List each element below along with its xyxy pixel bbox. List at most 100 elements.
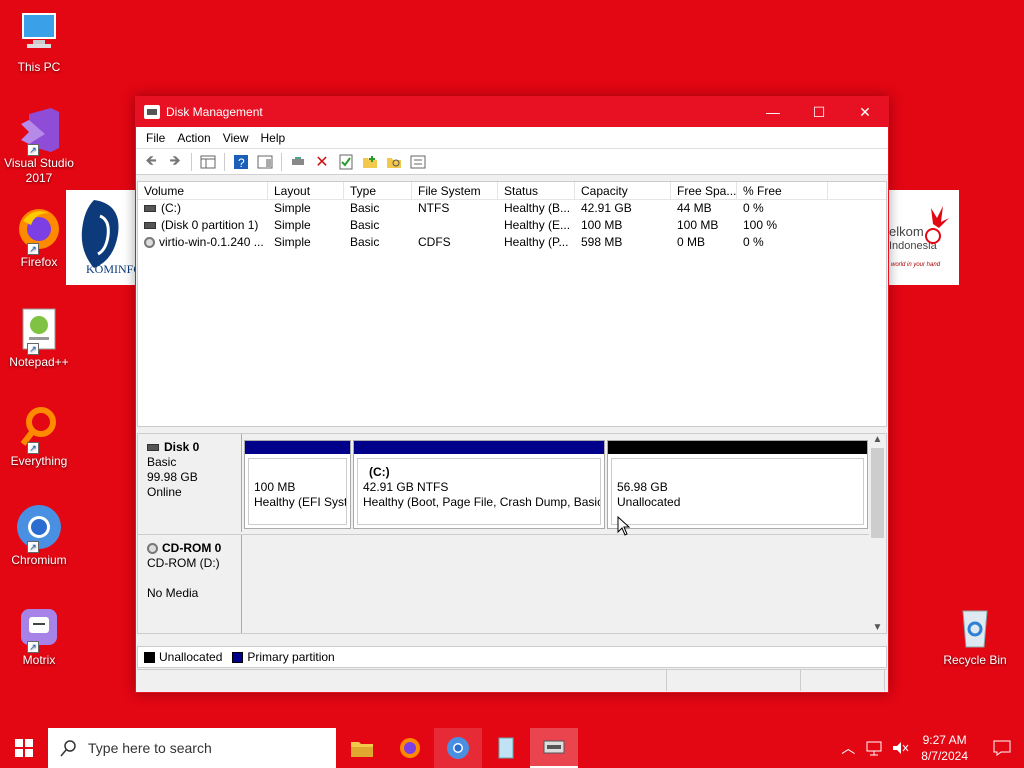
column-header-file-system[interactable]: File System [412, 182, 498, 199]
partition-info: 100 MB Healthy (EFI Syste [248, 458, 347, 525]
menu-file[interactable]: File [140, 131, 171, 145]
taskbar: Type here to search ︿ 9:27 AM 8/7/2024 [0, 728, 1024, 768]
volume-capacity: 42.91 GB [581, 201, 632, 215]
list-view-icon[interactable] [407, 152, 429, 172]
title-bar[interactable]: Disk Management ― ☐ ✕ [136, 97, 888, 127]
mouse-cursor-icon [617, 516, 631, 536]
search-folder-icon[interactable] [383, 152, 405, 172]
partition-bar [245, 441, 350, 454]
scroll-up-icon[interactable]: ▲ [869, 434, 886, 445]
column-header-capacity[interactable]: Capacity [575, 182, 671, 199]
status-pane [801, 670, 885, 691]
delete-icon[interactable]: ✕ [311, 152, 333, 172]
taskbar-chromium[interactable] [434, 728, 482, 768]
desktop-icon-visual-studio[interactable]: ↗ Visual Studio 2017 [2, 106, 76, 186]
maximize-button[interactable]: ☐ [796, 97, 842, 127]
disk-view-scrollbar[interactable]: ▲ ▼ [869, 434, 886, 633]
desktop-icon-chromium[interactable]: ↗ Chromium [2, 503, 76, 568]
menu-help[interactable]: Help [255, 131, 292, 145]
clock[interactable]: 9:27 AM 8/7/2024 [921, 732, 968, 764]
close-button[interactable]: ✕ [842, 97, 888, 127]
properties-check-icon[interactable] [335, 152, 357, 172]
partition-bar [354, 441, 604, 454]
telkom-logo-text: elkom [889, 224, 924, 239]
menu-view[interactable]: View [217, 131, 255, 145]
volume-layout: Simple [274, 201, 311, 215]
menu-bar: File Action View Help [136, 127, 888, 149]
start-button[interactable] [0, 728, 48, 768]
volume-free-space: 100 MB [677, 218, 719, 232]
partition-c[interactable]: (C:) 42.91 GB NTFS Healthy (Boot, Page F… [353, 440, 605, 529]
status-bar [137, 669, 887, 691]
file-explorer-icon [351, 742, 373, 757]
computer-icon [15, 10, 63, 58]
everything-search-icon: ↗ [15, 404, 63, 454]
table-row[interactable]: virtio-win-0.1.240 ... Simple Basic CDFS… [138, 234, 886, 251]
legend-primary-partition: Primary partition [247, 650, 335, 664]
desktop-icon-notepadpp[interactable]: ↗ Notepad++ [2, 305, 76, 370]
show-hide-console-tree-icon[interactable] [197, 152, 219, 172]
back-arrow-icon[interactable]: 🡸 [140, 152, 162, 172]
desktop-icon-everything[interactable]: ↗ Everything [2, 404, 76, 469]
shortcut-arrow-icon: ↗ [27, 641, 39, 653]
status-pane [137, 670, 667, 691]
desktop-icon-motrix[interactable]: ↗ Motrix [2, 603, 76, 668]
cdrom-0-label[interactable]: CD-ROM 0 CD-ROM (D:) No Media [138, 535, 242, 633]
notepadpp-icon: ↗ [15, 305, 63, 355]
volume-muted-icon[interactable] [891, 740, 909, 756]
volume-percent-free: 0 % [743, 201, 764, 215]
partition-size: 100 MB [254, 480, 296, 494]
new-folder-icon[interactable] [359, 152, 381, 172]
connect-icon[interactable] [287, 152, 309, 172]
volume-list: Volume Layout Type File System Status Ca… [137, 181, 887, 427]
disk-state: Online [147, 485, 182, 499]
desktop-icon-recycle-bin[interactable]: Recycle Bin [938, 603, 1012, 668]
partition-size: 42.91 GB NTFS [363, 480, 449, 494]
volume-layout: Simple [274, 235, 311, 249]
column-header-status[interactable]: Status [498, 182, 575, 199]
desktop-icon-this-pc[interactable]: This PC [2, 10, 76, 75]
disk-0-row: Disk 0 Basic 99.98 GB Online 100 MB Heal… [138, 434, 870, 532]
recycle-bin-icon [951, 603, 999, 651]
forward-arrow-icon[interactable]: 🡺 [164, 152, 186, 172]
shortcut-arrow-icon: ↗ [27, 541, 39, 553]
desktop-icon-firefox[interactable]: ↗ Firefox [2, 205, 76, 270]
shortcut-arrow-icon: ↗ [27, 442, 39, 454]
cdrom-0-row: CD-ROM 0 CD-ROM (D:) No Media [138, 534, 870, 633]
scrollbar-thumb[interactable] [871, 448, 884, 538]
search-box[interactable]: Type here to search [48, 728, 336, 768]
volume-list-header: Volume Layout Type File System Status Ca… [138, 182, 886, 200]
action-center-button[interactable] [980, 728, 1024, 768]
help-icon[interactable]: ? [230, 152, 252, 172]
column-header-free-space[interactable]: Free Spa... [671, 182, 737, 199]
taskbar-disk-management[interactable] [530, 728, 578, 768]
partition-info: (C:) 42.91 GB NTFS Healthy (Boot, Page F… [357, 458, 601, 525]
search-icon [60, 740, 76, 757]
column-header-volume[interactable]: Volume [138, 182, 268, 199]
scroll-down-icon[interactable]: ▼ [869, 622, 886, 633]
taskbar-firefox[interactable] [386, 728, 434, 768]
column-header-type[interactable]: Type [344, 182, 412, 199]
taskbar-file-explorer[interactable] [338, 728, 386, 768]
visual-studio-icon: ↗ [15, 106, 63, 156]
table-row[interactable]: (Disk 0 partition 1) Simple Basic Health… [138, 217, 886, 234]
properties-pane-icon[interactable] [254, 152, 276, 172]
table-row[interactable]: (C:) Simple Basic NTFS Healthy (B... 42.… [138, 200, 886, 217]
minimize-button[interactable]: ― [750, 97, 796, 127]
partition-unallocated[interactable]: 56.98 GB Unallocated [607, 440, 868, 529]
legend: Unallocated Primary partition [137, 646, 887, 668]
taskbar-app[interactable] [482, 728, 530, 768]
disk-0-label[interactable]: Disk 0 Basic 99.98 GB Online [138, 434, 242, 532]
column-header-layout[interactable]: Layout [268, 182, 344, 199]
desktop-icon-label: Visual Studio 2017 [4, 156, 74, 185]
network-icon[interactable] [865, 740, 883, 756]
volume-free-space: 44 MB [677, 201, 712, 215]
partition-description: Unallocated [617, 495, 681, 509]
chevron-up-icon[interactable]: ︿ [835, 738, 861, 758]
menu-action[interactable]: Action [171, 131, 216, 145]
column-header-percent-free[interactable]: % Free [737, 182, 828, 199]
partition-description: Healthy (EFI Syste [254, 495, 347, 509]
disk-name: Disk 0 [164, 440, 200, 454]
toolbar-separator [224, 152, 225, 171]
partition-efi[interactable]: 100 MB Healthy (EFI Syste [244, 440, 351, 529]
